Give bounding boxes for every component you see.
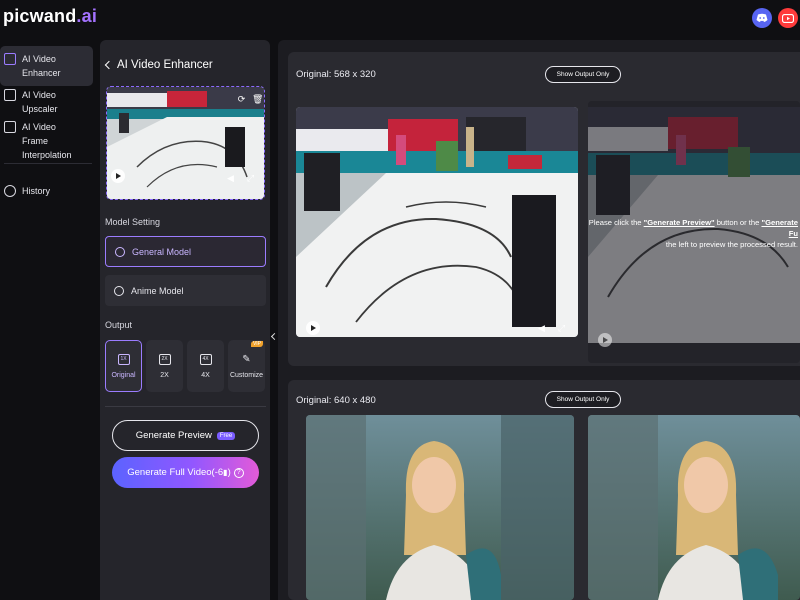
model-anime[interactable]: Anime Model bbox=[105, 275, 266, 306]
output-option-label: Original bbox=[111, 371, 136, 379]
replace-icon[interactable]: ⟳ bbox=[236, 94, 247, 105]
generate-full-suffix: ) bbox=[227, 467, 231, 478]
panel-divider bbox=[105, 406, 266, 407]
generate-preview-button[interactable]: Generate Preview Free bbox=[112, 420, 259, 451]
fullscreen-icon[interactable]: ⤢ bbox=[556, 323, 567, 334]
volume-icon[interactable]: ◀ bbox=[225, 173, 236, 184]
card-title: Original: 568 x 320 bbox=[296, 69, 376, 80]
output-option-2x[interactable]: 2X 2X bbox=[146, 340, 183, 392]
card-title: Original: 640 x 480 bbox=[296, 395, 376, 406]
anime-model-icon bbox=[114, 285, 124, 296]
show-output-only-button[interactable]: Show Output Only bbox=[545, 391, 621, 408]
nav-item-frame-interpolation[interactable]: AI Video Frame Interpolation bbox=[0, 114, 80, 168]
app-logo[interactable]: picwand.ai bbox=[3, 6, 97, 27]
collapse-panel-button[interactable] bbox=[270, 325, 278, 347]
original-portrait-video[interactable] bbox=[306, 415, 574, 600]
video-enhance-icon bbox=[4, 53, 16, 65]
scale-1x-icon: 1X bbox=[117, 353, 130, 365]
video-frame bbox=[588, 415, 800, 600]
panel-back-button[interactable]: AI Video Enhancer bbox=[104, 59, 213, 71]
output-option-label: Customize bbox=[229, 371, 264, 379]
frame-interpolation-icon bbox=[4, 121, 16, 133]
nav-item-label: AI Video Frame Interpolation bbox=[22, 122, 72, 160]
vip-badge: VIP bbox=[250, 341, 263, 347]
play-button[interactable] bbox=[598, 333, 612, 347]
original-video[interactable]: ◀ ⤢ bbox=[296, 107, 578, 337]
chevron-left-icon bbox=[104, 60, 114, 70]
discord-icon[interactable] bbox=[752, 8, 772, 28]
video-card-1: Original: 568 x 320 Show Output Only ◀ ⤢… bbox=[288, 52, 800, 366]
video-upscale-icon bbox=[4, 89, 16, 101]
nav-item-label: AI Video Enhancer bbox=[22, 54, 61, 78]
video-frame bbox=[306, 415, 574, 600]
output-preview[interactable]: Please click the "Generate Preview" butt… bbox=[588, 101, 800, 363]
trash-icon[interactable]: 🗑 bbox=[252, 94, 263, 105]
generate-full-video-button[interactable]: Generate Full Video(-6 ▮ ) ? bbox=[112, 457, 259, 488]
video-card-2: Original: 640 x 480 Show Output Only bbox=[288, 380, 800, 600]
preview-area: Original: 568 x 320 Show Output Only ◀ ⤢… bbox=[278, 40, 800, 600]
show-output-only-button[interactable]: Show Output Only bbox=[545, 66, 621, 83]
model-label: Anime Model bbox=[131, 285, 184, 296]
output-option-original[interactable]: 1X Original bbox=[105, 340, 142, 392]
edit-icon: ✎ bbox=[242, 353, 251, 365]
youtube-icon[interactable] bbox=[778, 8, 798, 28]
output-option-customize[interactable]: VIP ✎ Customize bbox=[228, 340, 265, 392]
help-icon[interactable]: ? bbox=[233, 467, 244, 478]
general-model-icon bbox=[115, 246, 125, 257]
preview-instructions: Please click the "Generate Preview" butt… bbox=[588, 218, 798, 249]
free-badge: Free bbox=[216, 431, 236, 440]
scale-4x-icon: 4X bbox=[199, 353, 212, 365]
nav-item-label: AI Video Upscaler bbox=[22, 90, 58, 114]
model-general[interactable]: General Model bbox=[105, 236, 266, 267]
output-option-label: 4X bbox=[201, 371, 210, 379]
model-label: General Model bbox=[132, 246, 192, 257]
source-video-thumbnail[interactable]: ◀ ⤢ ⟳ 🗑 bbox=[106, 86, 265, 200]
scale-2x-icon: 2X bbox=[158, 353, 171, 365]
volume-icon[interactable]: ◀ bbox=[536, 323, 547, 334]
nav-item-history[interactable]: History bbox=[0, 178, 93, 204]
top-bar: picwand.ai bbox=[0, 0, 800, 36]
generate-preview-label: Generate Preview bbox=[135, 430, 212, 441]
fullscreen-icon[interactable]: ⤢ bbox=[245, 173, 256, 184]
nav-item-ai-video-enhancer[interactable]: AI Video Enhancer bbox=[0, 46, 93, 86]
panel-title: AI Video Enhancer bbox=[117, 59, 213, 71]
video-frame bbox=[296, 107, 578, 337]
output-options: 1X Original 2X 2X 4X 4X VIP ✎ Customize bbox=[105, 340, 265, 392]
output-portrait-preview[interactable] bbox=[588, 415, 800, 600]
nav-divider bbox=[4, 163, 92, 164]
left-nav: AI Video Enhancer AI Video Upscaler AI V… bbox=[0, 40, 96, 600]
output-label: Output bbox=[105, 320, 133, 330]
history-icon bbox=[4, 185, 16, 197]
generate-full-label: Generate Full Video(-6 bbox=[127, 467, 224, 478]
play-button[interactable] bbox=[111, 169, 125, 183]
model-setting-label: Model Setting bbox=[105, 217, 161, 227]
settings-panel: AI Video Enhancer ◀ ⤢ ⟳ 🗑 Model Setting … bbox=[100, 40, 270, 600]
output-option-4x[interactable]: 4X 4X bbox=[187, 340, 224, 392]
output-option-label: 2X bbox=[160, 371, 169, 379]
chevron-left-icon bbox=[270, 332, 278, 340]
play-button[interactable] bbox=[306, 321, 320, 335]
nav-item-label: History bbox=[22, 186, 51, 196]
